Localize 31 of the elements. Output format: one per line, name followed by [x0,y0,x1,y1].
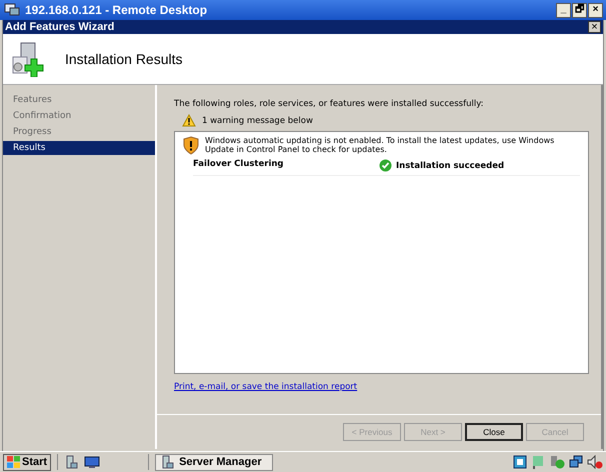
check-icon [379,159,392,172]
warning-message: Windows automatic updating is not enabled. To install the latest updates, use Windows Update in Control Panel to check for updates. [205,136,556,155]
wizard-button[interactable]: Close [465,423,523,441]
taskbar-button[interactable]: Server Manager [155,454,274,470]
monitors-icon[interactable] [569,455,583,469]
window-control-button[interactable]: × [588,2,603,18]
server-icon [160,455,174,469]
intro-text: The following roles, role services, or features were installed successfully: [174,99,484,109]
window-control-button[interactable]: 🗗 [572,2,587,18]
desktop-icon[interactable] [84,456,100,468]
install-status: Installation succeeded [396,160,504,170]
windows-logo-icon [7,456,20,468]
nav-item[interactable]: Features [3,93,155,107]
server-icon[interactable] [64,455,78,469]
computer-icon [4,3,20,17]
dialog-title: Add Features Wizard [5,21,114,33]
warning-icon [182,114,196,127]
window-control-button[interactable]: _ [556,2,571,18]
window-title: 192.168.0.121 - Remote Desktop [25,3,208,17]
nav-item[interactable]: Results [3,141,155,155]
nav-item[interactable]: Progress [3,125,155,139]
nav-item[interactable]: Confirmation [3,109,155,123]
feature-name: Failover Clustering [193,159,284,171]
page-heading: Installation Results [65,51,183,67]
network-icon[interactable] [513,455,527,469]
report-link[interactable]: Print, e-mail, or save the installation report [174,382,589,392]
close-button[interactable]: × [588,21,601,33]
speaker-muted-icon[interactable] [587,455,603,469]
warning-summary: 1 warning message below [202,116,313,126]
start-button[interactable]: Start [3,454,52,470]
shield-warning-icon [183,136,199,155]
